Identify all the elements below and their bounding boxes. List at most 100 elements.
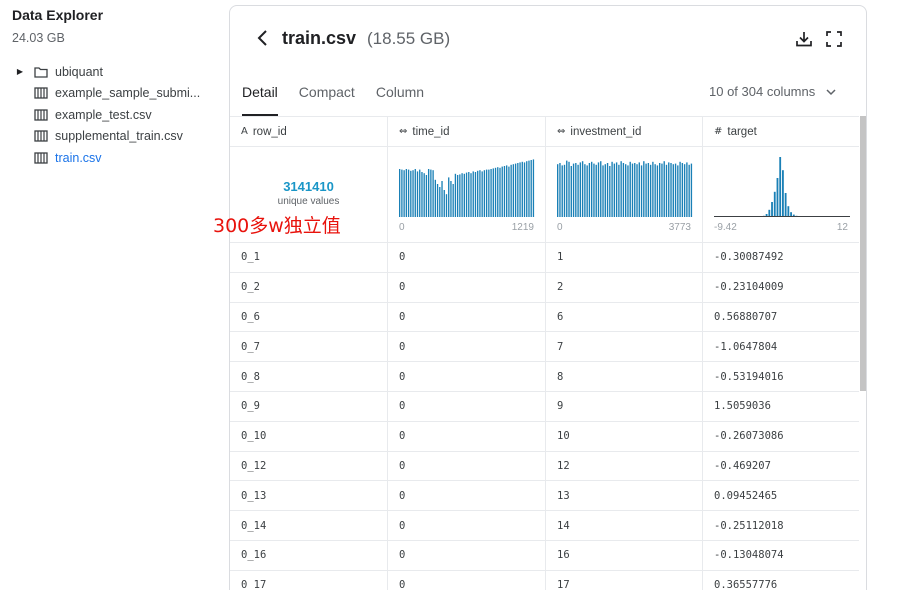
fullscreen-icon[interactable] [825, 30, 843, 48]
table-row: 0_1 0 1 -0.30087492 [230, 243, 859, 273]
tree-item-example-test[interactable]: example_test.csv [14, 104, 214, 126]
dataset-size: 24.03 GB [12, 31, 65, 45]
histogram-bar [488, 169, 490, 217]
file-tree: ▶ ubiquant example_sample_submi... examp… [14, 61, 214, 169]
histogram-bar [434, 179, 436, 217]
histogram-bar [443, 190, 445, 217]
histogram-bar [532, 159, 535, 217]
tree-item-label: ubiquant [55, 64, 103, 79]
histogram-min: -9.42 [714, 222, 737, 233]
expand-caret-icon[interactable]: ▶ [14, 67, 26, 76]
histogram-max: 1219 [511, 222, 534, 233]
histogram-bar [670, 163, 672, 217]
histogram-bar [399, 169, 401, 217]
table-icon [34, 87, 48, 99]
histogram-bar [771, 202, 773, 217]
table-cell: 0_17 [230, 570, 388, 590]
back-chevron-icon[interactable] [255, 28, 271, 48]
histogram-bar [492, 168, 494, 217]
histogram-bar [629, 161, 631, 217]
histogram-bar [672, 164, 674, 217]
histogram-bar [647, 163, 650, 217]
histogram-bar [656, 165, 659, 217]
table-cell: 0_13 [230, 481, 388, 511]
histogram-bar [445, 194, 448, 217]
table-cell: 0_1 [230, 243, 388, 272]
histogram-max: 3773 [668, 222, 691, 233]
column-header[interactable]: ⇔ time_id [388, 117, 546, 146]
table-cell: 0_2 [230, 272, 388, 302]
tree-item-train[interactable]: train.csv [14, 147, 214, 169]
histogram-bar [512, 164, 515, 217]
histogram-bar [506, 165, 508, 217]
histogram-bar [474, 172, 477, 217]
histogram-bar [508, 166, 510, 217]
file-size: (18.55 GB) [367, 29, 451, 48]
table-row: 0_10 0 10 -0.26073086 [230, 421, 859, 452]
table-cell: 0 [388, 302, 546, 332]
histogram-bar [514, 163, 517, 217]
histogram-bar [421, 172, 423, 217]
id-type-icon: ⇔ [399, 126, 408, 137]
histogram-bar [430, 169, 432, 217]
numeric-type-icon: # [714, 126, 723, 137]
unique-count: 3141410 [283, 179, 334, 194]
table-cell: -0.13048074 [714, 549, 784, 562]
histogram-bar [510, 164, 512, 217]
histogram-bar [490, 169, 492, 217]
column-selector[interactable]: 10 of 304 columns [709, 84, 837, 99]
histogram-bar [615, 162, 618, 217]
table-cell: 0_7 [230, 332, 388, 362]
histogram-bar [784, 193, 787, 217]
tab-detail[interactable]: Detail [242, 76, 278, 116]
histogram-bar [652, 161, 654, 217]
histogram-bar [459, 174, 461, 217]
table-cell: 0_14 [230, 511, 388, 540]
histogram-bar [416, 171, 419, 217]
tree-item-example-sample-submission[interactable]: example_sample_submi... [14, 83, 214, 105]
data-explorer-sidebar: Data Explorer 24.03 GB ▶ ubiquant exampl… [0, 0, 220, 590]
histogram-chart [714, 157, 850, 217]
file-header: train.csv (18.55 GB) [230, 6, 866, 76]
tab-column[interactable]: Column [376, 76, 424, 116]
histogram-bar [782, 170, 784, 217]
histogram-bar [468, 172, 470, 217]
histogram-bar [577, 164, 579, 217]
tree-item-ubiquant[interactable]: ▶ ubiquant [14, 61, 214, 83]
histogram-bar [572, 163, 575, 217]
histogram-bar [481, 171, 483, 217]
column-header[interactable]: # target [703, 117, 859, 146]
table-cell: 8 [546, 362, 703, 391]
tree-item-supplemental-train[interactable]: supplemental_train.csv [14, 126, 214, 148]
table-row: 0_17 0 17 0.36557776 [230, 570, 859, 590]
histogram-bar [679, 161, 681, 217]
histogram-bar [470, 173, 472, 217]
histogram-bar [494, 167, 497, 217]
table-cell: 0 [388, 481, 546, 511]
histogram-bar [613, 163, 616, 217]
table-header-row: Arow_id ⇔ time_id ⇔ investment_id # target [230, 117, 859, 147]
vertical-scrollbar[interactable] [860, 116, 866, 391]
table-row: 0_7 0 7 -1.0647804 [230, 332, 859, 363]
table-cell: 0 [388, 421, 546, 451]
histogram-bar [588, 163, 591, 217]
column-header[interactable]: Arow_id [230, 117, 388, 146]
histogram-bar [620, 161, 622, 217]
download-icon[interactable] [795, 30, 813, 48]
table-row: 0_16 0 16 -0.13048074 [230, 540, 859, 571]
histogram-bar [597, 162, 600, 217]
histogram-bar [773, 191, 776, 217]
tab-compact[interactable]: Compact [299, 76, 355, 116]
annotation-note: 300多w独立值 [213, 215, 341, 237]
histogram-bar [472, 171, 474, 217]
tree-item-label: example_test.csv [55, 107, 152, 122]
histogram-bar [497, 167, 499, 217]
table-row: 0_13 0 13 0.09452465 [230, 481, 859, 512]
histogram-bar [450, 181, 452, 217]
table-icon [34, 130, 48, 142]
column-header[interactable]: ⇔ investment_id [546, 117, 703, 146]
table-row: 0_8 0 8 -0.53194016 [230, 362, 859, 392]
histogram-bar [618, 164, 620, 217]
histogram-bar [593, 163, 595, 217]
time-id-histogram: 0 1219 [388, 147, 546, 242]
